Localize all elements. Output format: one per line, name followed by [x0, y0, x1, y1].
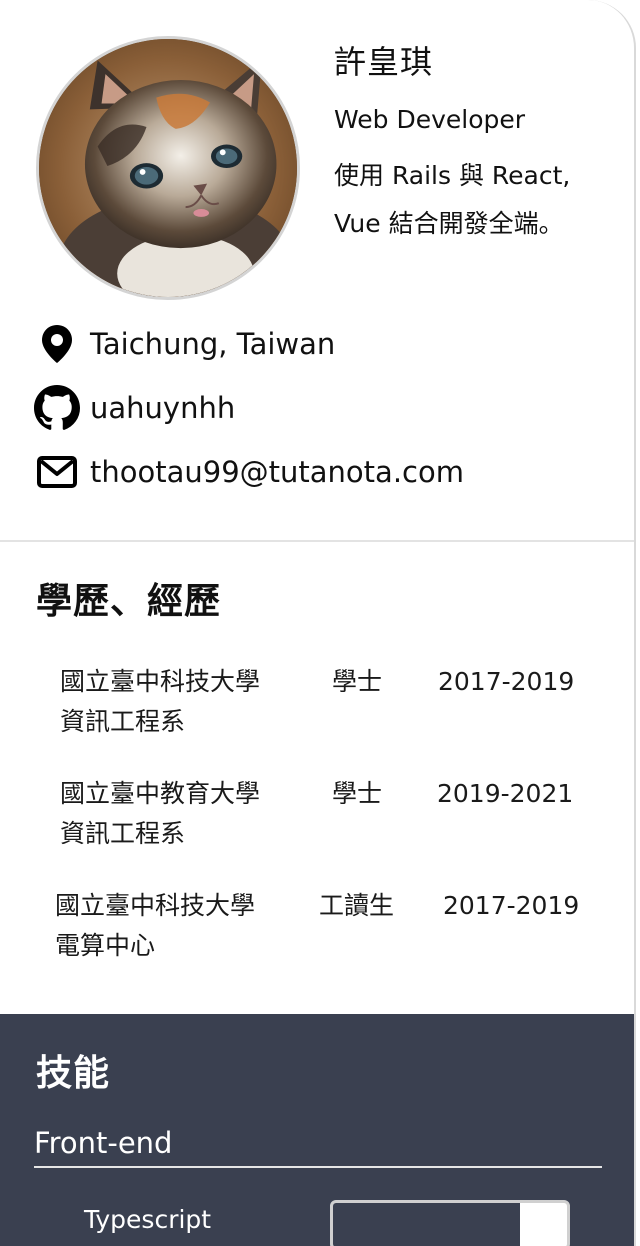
education-title: 學歷、經歷	[36, 581, 222, 622]
profile-role: Web Developer	[334, 105, 526, 134]
education-department: 資訊工程系	[60, 707, 186, 736]
skill-level-fill	[333, 1203, 521, 1246]
github-link[interactable]: uahuynhh	[90, 388, 235, 428]
education-degree: 工讀生	[319, 891, 395, 920]
contact-email[interactable]: thootau99@tutanota.com	[34, 448, 464, 496]
education-degree: 學士	[332, 667, 383, 696]
education-school: 國立臺中科技大學	[55, 891, 256, 920]
education-item: 國立臺中教育大學 資訊工程系 學士 2019-2021	[60, 774, 600, 864]
education-degree: 學士	[332, 779, 383, 808]
contact-github[interactable]: uahuynhh	[34, 384, 235, 432]
education-school: 國立臺中教育大學	[60, 779, 261, 808]
skills-section: 技能 Front-end Typescript	[0, 1014, 634, 1246]
education-item: 國立臺中科技大學 資訊工程系 學士 2017-2019	[60, 662, 600, 752]
skill-category-front-end: Front-end	[34, 1122, 602, 1168]
avatar	[36, 36, 300, 300]
map-pin-icon	[34, 321, 80, 367]
profile-section: 許皇琪 Web Developer 使用 Rails 與 React, Vue …	[0, 0, 634, 542]
github-icon	[34, 385, 80, 431]
skill-name: Typescript	[84, 1205, 212, 1234]
education-item: 國立臺中科技大學 電算中心 工讀生 2017-2019	[55, 886, 595, 976]
profile-name: 許皇琪	[334, 43, 434, 81]
education-years: 2019-2021	[437, 779, 574, 808]
education-department: 資訊工程系	[60, 819, 186, 848]
education-years: 2017-2019	[443, 891, 580, 920]
education-department: 電算中心	[55, 931, 156, 960]
education-school: 國立臺中科技大學	[60, 667, 261, 696]
contact-location: Taichung, Taiwan	[34, 320, 335, 368]
resume-page: 許皇琪 Web Developer 使用 Rails 與 React, Vue …	[0, 0, 640, 1246]
location-text: Taichung, Taiwan	[90, 327, 336, 361]
kitten-photo-icon	[39, 39, 297, 297]
mail-icon	[34, 449, 80, 495]
skills-title: 技能	[36, 1053, 111, 1094]
resume-card: 許皇琪 Web Developer 使用 Rails 與 React, Vue …	[0, 0, 636, 1246]
skill-level-bar	[330, 1200, 570, 1246]
profile-bio: 使用 Rails 與 React, Vue 結合開發全端。	[334, 161, 571, 238]
education-years: 2017-2019	[438, 667, 575, 696]
email-link[interactable]: thootau99@tutanota.com	[90, 452, 464, 492]
